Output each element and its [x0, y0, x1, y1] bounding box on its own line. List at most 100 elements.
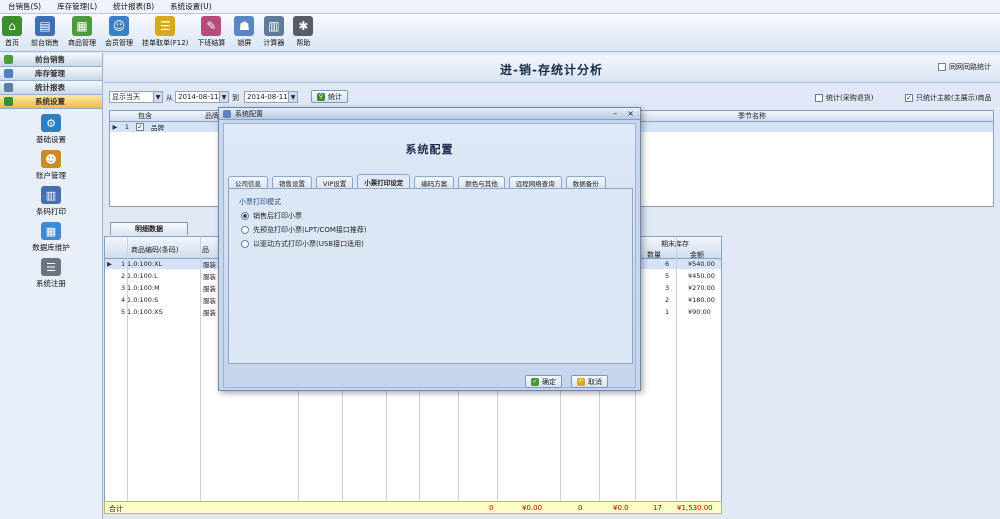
close-icon[interactable]: ×	[627, 109, 634, 118]
checkbox-box[interactable]: ✓	[905, 94, 913, 102]
toolbar-button-1[interactable]: ▤ 前台销售	[31, 14, 59, 48]
nav-section-settings[interactable]: 系统设置	[0, 95, 102, 109]
brand-cell: 品牌	[151, 124, 164, 132]
help-icon: ✱	[293, 16, 314, 36]
qty-cell: 3	[665, 284, 670, 292]
cancel-button[interactable]: ↶ 取消	[571, 375, 608, 388]
tab-config-2[interactable]: VIP设置	[316, 176, 354, 188]
nav-subitem-1[interactable]: ☻ 账户管理	[0, 150, 102, 181]
code-cell: 1.0:100:S	[127, 296, 159, 304]
toolbar-button-label: 商品管理	[68, 39, 96, 47]
amount-cell: ¥540.00	[688, 260, 715, 268]
dialog-window-title: 系统配置	[235, 109, 263, 118]
total-qty: 17	[653, 504, 662, 512]
print-mode-option-2[interactable]: 以驱动方式打印小票(USB接口适用)	[241, 239, 632, 249]
toolbar-button-0[interactable]: ⌂ 首页	[2, 14, 22, 48]
nav-subitem-0[interactable]: ⚙ 基础设置	[0, 114, 102, 145]
page-title: 进-销-存统计分析	[500, 63, 603, 77]
range-value: 显示当天	[112, 93, 140, 101]
season-header: 季节名称	[738, 112, 766, 120]
ok-button-label: 确定	[542, 377, 556, 386]
ok-button[interactable]: ✓ 确定	[525, 375, 562, 388]
end-stock-header: 期末库存	[661, 240, 689, 248]
toolbar-button-label: 帮助	[296, 39, 311, 47]
toolbar-button-label: 首页	[5, 39, 19, 47]
qty-cell: 6	[665, 260, 670, 268]
stat-button[interactable]: ⚲ 统计	[311, 90, 348, 103]
toolbar-button-3[interactable]: ☺ 会员管理	[105, 14, 133, 48]
radio-button[interactable]	[241, 240, 249, 248]
menu-bar: 台销售(S) 库存管理(L) 统计报表(B) 系统设置(U)	[0, 0, 1000, 14]
total-label: 合计	[109, 505, 123, 513]
settlement-icon: ✎	[201, 16, 222, 36]
tab-config-1[interactable]: 销售设置	[272, 176, 312, 188]
menu-sales[interactable]: 台销售(S)	[0, 1, 49, 12]
row-number: 3	[121, 284, 126, 292]
radio-button[interactable]	[241, 226, 249, 234]
nav-section-label: 前台销售	[35, 55, 65, 64]
checkbox-box[interactable]	[815, 94, 823, 102]
print-mode-option-0[interactable]: 销售后打印小票	[241, 211, 632, 221]
pending-order-icon: ☰	[155, 16, 176, 36]
row-pointer-icon: ▶	[107, 260, 112, 268]
print-mode-option-1[interactable]: 先预览打印小票(LPT/COM接口推荐)	[241, 225, 632, 235]
from-date-input[interactable]: 2014-08-11 ▼	[175, 91, 229, 103]
amount-cell: ¥90.00	[688, 308, 711, 316]
toolbar-button-6[interactable]: ☗ 锁屏	[234, 14, 255, 48]
tab-detail-data[interactable]: 明细数据	[110, 222, 188, 235]
toolbar-button-4[interactable]: ☰ 挂单取单(F12)	[142, 14, 188, 48]
chevron-down-icon[interactable]: ▼	[288, 92, 297, 102]
tab-config-5[interactable]: 颜色与其他	[458, 176, 505, 188]
same-row-stat-checkbox[interactable]: 同网同路统计	[938, 62, 991, 72]
dialog-body: 系统配置 公司信息 销售设置 VIP设置 小票打印设定 编码方案 颜色与其他 远程网络查询数…	[223, 123, 636, 388]
row-pointer-icon: ▶	[112, 123, 118, 131]
main-style-checkbox[interactable]: ✓ 只统计主款(主展示)商品	[905, 93, 991, 103]
toolbar-button-2[interactable]: ▦ 商品管理	[68, 14, 96, 48]
code-cell: 1.0:100:XS	[127, 308, 163, 316]
range-select[interactable]: 显示当天 ▼	[109, 91, 163, 103]
app-icon	[223, 109, 231, 118]
cancel-icon: ↶	[577, 377, 585, 386]
tab-config-6[interactable]: 远程网络查询	[508, 176, 562, 188]
to-date-value: 2014-08-11	[247, 93, 288, 101]
member-icon: ☺	[109, 16, 129, 36]
include-checkbox[interactable]: ✓	[136, 123, 144, 131]
menu-inventory[interactable]: 库存管理(L)	[49, 1, 105, 12]
purchase-return-checkbox[interactable]: 统计(采购退货)	[815, 93, 873, 103]
print-mode-option-label: 以驱动方式打印小票(USB接口适用)	[253, 240, 364, 248]
amount-cell: ¥180.00	[688, 296, 715, 304]
check-icon: ✓	[531, 377, 539, 386]
from-label: 从	[166, 94, 173, 102]
minimize-icon[interactable]: –	[613, 109, 617, 118]
code-cell: 1.0:100:L	[127, 272, 158, 280]
toolbar-button-8[interactable]: ✱ 帮助	[293, 14, 314, 48]
toolbar-button-7[interactable]: ▥ 计算器	[263, 14, 284, 48]
dialog-heading: 系统配置	[405, 143, 454, 156]
tab-config-4[interactable]: 编码方案	[414, 176, 455, 188]
radio-button[interactable]	[241, 212, 249, 220]
nav-subitem-3[interactable]: ▦ 数据库维护	[0, 222, 102, 253]
to-date-input[interactable]: 2014-08-11 ▼	[244, 91, 298, 103]
nav-subitem-4[interactable]: ☰ 系统注册	[0, 258, 102, 289]
checkbox-box[interactable]	[938, 63, 946, 71]
tab-config-0[interactable]: 公司信息	[228, 176, 268, 188]
toolbar-button-5[interactable]: ✎ 下班结算	[197, 14, 225, 48]
nav-section-reports[interactable]: 统计报表	[0, 81, 102, 95]
print-settings-panel: 小票打印模式 销售后打印小票 先预览打印小票(LPT/COM接口推荐) 以驱动方式打…	[228, 188, 633, 364]
menu-reports[interactable]: 统计报表(B)	[105, 1, 162, 12]
chevron-down-icon[interactable]: ▼	[153, 92, 162, 102]
to-label: 到	[232, 94, 239, 102]
tab-config-3[interactable]: 小票打印设定	[357, 174, 411, 188]
registration-icon: ☰	[41, 258, 61, 276]
totals-bar: 合计 0 ¥0.00 0 ¥0.0 17 ¥1,530.00	[104, 501, 722, 514]
tab-config-7[interactable]: 数据备份	[565, 176, 606, 188]
nav-subitem-2[interactable]: ▥ 条码打印	[0, 186, 102, 217]
code-cell: 1.0:100:M	[127, 284, 160, 292]
qty-cell: 1	[665, 308, 670, 316]
menu-settings[interactable]: 系统设置(U)	[162, 1, 219, 12]
nav-section-sales[interactable]: 前台销售	[0, 53, 102, 67]
nav-section-inventory[interactable]: 库存管理	[0, 67, 102, 81]
code-cell: 1.0:100:XL	[127, 260, 163, 268]
dialog-titlebar[interactable]: 系统配置 – ×	[219, 108, 640, 120]
chevron-down-icon[interactable]: ▼	[219, 92, 228, 102]
